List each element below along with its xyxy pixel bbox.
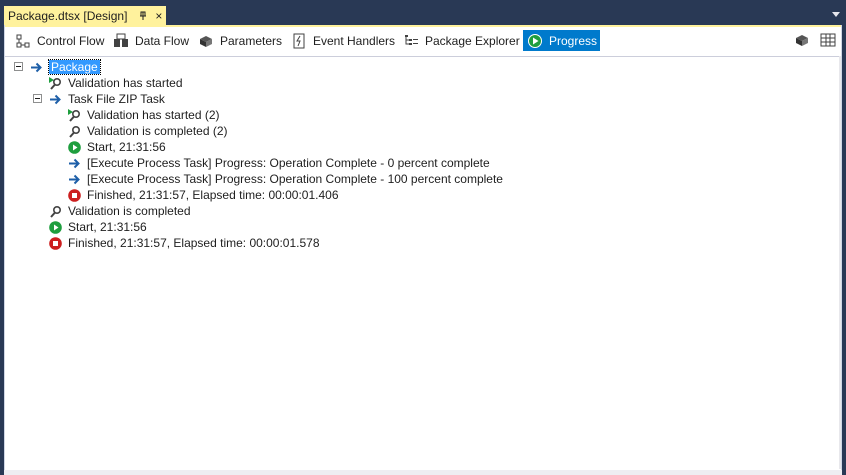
- tab-label: Package Explorer: [425, 33, 520, 48]
- parameters-icon: [198, 33, 214, 49]
- start-green-icon: [49, 220, 62, 234]
- status-strip: [4, 470, 842, 475]
- tree-item-label: Finished, 21:31:57, Elapsed time: 00:00:…: [87, 188, 339, 202]
- tree-item[interactable]: Start, 21:31:56: [49, 219, 147, 235]
- progress-play-icon: [527, 33, 543, 49]
- tree-item-label: Validation has started (2): [87, 108, 220, 122]
- document-tab-title: Package.dtsx [Design]: [8, 8, 128, 23]
- tab-progress[interactable]: Progress: [523, 30, 600, 51]
- designer-surface: Control Flow Data Flow Parameters Event …: [4, 25, 842, 475]
- vertical-scrollbar[interactable]: [839, 56, 841, 469]
- tab-package-explorer[interactable]: Package Explorer: [399, 30, 524, 51]
- document-tab[interactable]: Package.dtsx [Design] ×: [4, 6, 166, 25]
- tab-parameters[interactable]: Parameters: [194, 30, 286, 51]
- tree-item-label: Validation is completed: [68, 204, 191, 218]
- close-tab-icon[interactable]: ×: [155, 10, 162, 22]
- tree-item-label: Task File ZIP Task: [68, 92, 165, 106]
- arrow-right-icon: [68, 173, 81, 186]
- tree-item-label: Start, 21:31:56: [68, 220, 147, 234]
- tab-label: Progress: [549, 33, 598, 48]
- tree-item-label: Finished, 21:31:57, Elapsed time: 00:00:…: [68, 236, 320, 250]
- tree-item[interactable]: Validation has started (2): [68, 107, 220, 123]
- tab-label: Parameters: [220, 33, 283, 48]
- tree-item-label: [Execute Process Task] Progress: Operati…: [87, 172, 503, 186]
- tree-item-label: Validation is completed (2): [87, 124, 228, 138]
- designer-toolbar: Control Flow Data Flow Parameters Event …: [5, 25, 841, 56]
- arrow-right-icon: [49, 93, 62, 106]
- tree-item-label: Validation has started: [68, 76, 183, 90]
- tree-root-package[interactable]: Package: [30, 59, 101, 75]
- tab-data-flow[interactable]: Data Flow: [109, 30, 193, 51]
- tab-control-flow[interactable]: Control Flow: [11, 30, 108, 51]
- event-handlers-icon: [291, 33, 307, 49]
- tree-item[interactable]: Task File ZIP Task: [49, 91, 165, 107]
- tree-item[interactable]: [Execute Process Task] Progress: Operati…: [68, 155, 490, 171]
- collapse-task-toggle[interactable]: [33, 94, 42, 103]
- tree-item-label: [Execute Process Task] Progress: Operati…: [87, 156, 490, 170]
- progress-tree: Package Validation has started Task File…: [5, 56, 841, 469]
- document-tab-strip: Package.dtsx [Design] ×: [0, 0, 846, 25]
- tab-label: Event Handlers: [313, 33, 396, 48]
- chevron-down-icon[interactable]: [832, 12, 840, 17]
- tree-item[interactable]: Validation is completed (2): [68, 123, 228, 139]
- package-explorer-icon: [403, 33, 419, 49]
- grid-icon[interactable]: [820, 32, 836, 48]
- tree-item[interactable]: Start, 21:31:56: [68, 139, 166, 155]
- arrow-right-icon: [68, 157, 81, 170]
- tree-item[interactable]: Finished, 21:31:57, Elapsed time: 00:00:…: [49, 235, 320, 251]
- tree-item[interactable]: Validation is completed: [49, 203, 191, 219]
- pin-icon[interactable]: [137, 10, 149, 22]
- tree-item-label: Package: [48, 59, 101, 75]
- tab-label: Data Flow: [135, 33, 190, 48]
- control-flow-icon: [15, 33, 31, 49]
- package-icon[interactable]: [794, 32, 810, 48]
- tab-label: Control Flow: [37, 33, 105, 48]
- data-flow-icon: [113, 33, 129, 49]
- tree-item[interactable]: Finished, 21:31:57, Elapsed time: 00:00:…: [68, 187, 339, 203]
- stop-red-icon: [68, 188, 81, 202]
- arrow-right-icon: [30, 61, 43, 74]
- validation-start-icon: [68, 108, 81, 122]
- tree-item[interactable]: [Execute Process Task] Progress: Operati…: [68, 171, 503, 187]
- stop-red-icon: [49, 236, 62, 250]
- validation-complete-icon: [68, 125, 81, 138]
- tree-item[interactable]: Validation has started: [49, 75, 183, 91]
- validation-complete-icon: [49, 205, 62, 218]
- tree-item-label: Start, 21:31:56: [87, 140, 166, 154]
- tab-event-handlers[interactable]: Event Handlers: [287, 30, 399, 51]
- validation-start-icon: [49, 76, 62, 90]
- collapse-package-toggle[interactable]: [14, 62, 23, 71]
- start-green-icon: [68, 140, 81, 154]
